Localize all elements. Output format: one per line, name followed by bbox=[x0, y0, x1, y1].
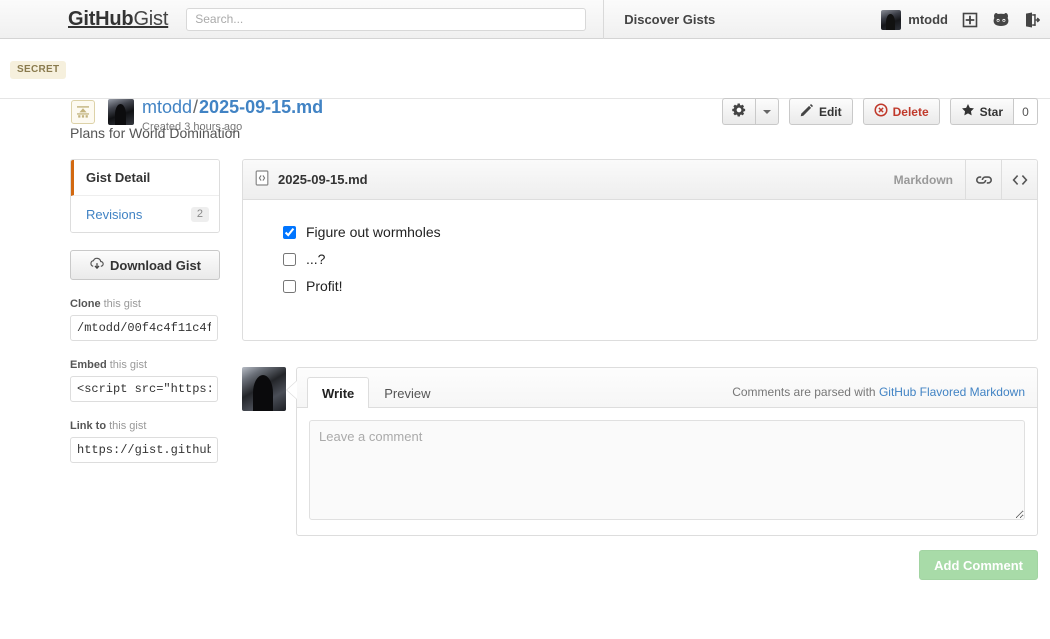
search-container bbox=[186, 8, 586, 31]
link-label-strong: Link to bbox=[70, 420, 106, 432]
gist-action-buttons: Edit Delete Star 0 bbox=[722, 98, 1038, 125]
edit-button-label: Edit bbox=[819, 105, 842, 119]
task-checkbox[interactable] bbox=[283, 253, 296, 266]
gist-description: Plans for World Domination bbox=[70, 125, 1050, 141]
avatar bbox=[108, 99, 134, 125]
download-gist-button[interactable]: Download Gist bbox=[70, 250, 220, 280]
avatar bbox=[242, 367, 286, 411]
discover-gists-link[interactable]: Discover Gists bbox=[624, 12, 715, 27]
comment-tabs: Write Preview Comments are parsed with G… bbox=[297, 368, 1037, 408]
nav-right-group: mtodd bbox=[881, 0, 1040, 39]
gist-logo[interactable]: GitHubGist bbox=[68, 8, 168, 31]
content-columns: Gist Detail Revisions 2 Download Gist Cl… bbox=[70, 159, 1050, 580]
file-name-label: 2025-09-15.md bbox=[278, 172, 368, 187]
file-language-label: Markdown bbox=[882, 160, 965, 200]
link-label-rest: this gist bbox=[106, 420, 146, 432]
task-label: Profit! bbox=[306, 278, 343, 294]
brand-gist: Gist bbox=[133, 8, 168, 30]
main-column: 2025-09-15.md Markdown bbox=[242, 159, 1038, 580]
task-label: Figure out wormholes bbox=[306, 224, 441, 240]
embed-script-input[interactable] bbox=[70, 376, 218, 402]
new-gist-icon[interactable] bbox=[962, 12, 978, 28]
gear-button[interactable] bbox=[722, 98, 755, 125]
gear-icon bbox=[732, 103, 746, 120]
sidebar-item-gist-detail[interactable]: Gist Detail bbox=[71, 160, 219, 196]
comment-form-area: Write Preview Comments are parsed with G… bbox=[242, 367, 1038, 536]
sidebar-item-label: Gist Detail bbox=[86, 170, 150, 185]
sign-out-icon[interactable] bbox=[1024, 12, 1040, 28]
sidebar-item-revisions[interactable]: Revisions 2 bbox=[71, 196, 219, 232]
top-navigation-bar: GitHubGist Discover Gists mtodd bbox=[0, 0, 1050, 39]
embed-label-strong: Embed bbox=[70, 359, 107, 371]
comment-submit-row: Add Comment bbox=[242, 550, 1038, 580]
edit-button[interactable]: Edit bbox=[789, 98, 853, 125]
star-button[interactable]: Star bbox=[950, 98, 1013, 125]
sidebar-item-label: Revisions bbox=[86, 207, 142, 222]
task-list-item: ...? bbox=[283, 251, 1037, 267]
file-panel-header: 2025-09-15.md Markdown bbox=[243, 160, 1037, 200]
clone-label-rest: this gist bbox=[101, 298, 141, 310]
search-input[interactable] bbox=[186, 8, 586, 31]
file-icon bbox=[255, 170, 269, 189]
avatar bbox=[881, 10, 901, 30]
star-button-label: Star bbox=[980, 105, 1003, 119]
clone-label-strong: Clone bbox=[70, 298, 101, 310]
gfm-link[interactable]: GitHub Flavored Markdown bbox=[879, 385, 1025, 399]
clone-field-label: Clone this gist bbox=[70, 298, 220, 310]
embed-field-label: Embed this gist bbox=[70, 359, 220, 371]
file-header-actions: Markdown bbox=[882, 160, 1037, 200]
embed-label-rest: this gist bbox=[107, 359, 147, 371]
pointer-fill bbox=[287, 381, 297, 399]
gist-link-input[interactable] bbox=[70, 437, 218, 463]
cloud-download-icon bbox=[89, 257, 105, 274]
gist-owner-link[interactable]: mtodd bbox=[142, 97, 192, 117]
current-user-link[interactable]: mtodd bbox=[881, 10, 948, 30]
file-panel-body: Figure out wormholes ...? Profit! bbox=[243, 200, 1037, 340]
task-list-item: Figure out wormholes bbox=[283, 224, 1037, 240]
tab-write[interactable]: Write bbox=[307, 377, 369, 408]
close-circle-icon bbox=[874, 103, 888, 120]
page-title: mtodd/2025-09-15.md bbox=[142, 96, 323, 118]
gear-dropdown-button[interactable] bbox=[755, 98, 779, 125]
link-icon[interactable] bbox=[965, 160, 1001, 200]
octocat-icon[interactable] bbox=[992, 12, 1010, 28]
task-checkbox[interactable] bbox=[283, 226, 296, 239]
gist-header: SECRET mtodd/2025-09-15.md Created 3 hou… bbox=[0, 39, 1050, 99]
nav-divider bbox=[603, 0, 604, 39]
brand-github: GitHub bbox=[68, 8, 133, 30]
revisions-count-badge: 2 bbox=[191, 207, 209, 222]
pencil-icon bbox=[800, 103, 814, 120]
settings-button-group bbox=[722, 98, 779, 125]
tab-preview[interactable]: Preview bbox=[369, 377, 445, 408]
star-icon bbox=[961, 103, 975, 120]
code-icon[interactable] bbox=[1001, 160, 1037, 200]
star-button-group: Star 0 bbox=[950, 98, 1038, 125]
task-label: ...? bbox=[306, 251, 325, 267]
delete-button[interactable]: Delete bbox=[863, 98, 940, 125]
markdown-note: Comments are parsed with GitHub Flavored… bbox=[732, 385, 1025, 407]
username-label: mtodd bbox=[908, 12, 948, 27]
gist-filename-link[interactable]: 2025-09-15.md bbox=[199, 97, 323, 117]
task-list-item: Profit! bbox=[283, 278, 1037, 294]
delete-button-label: Delete bbox=[893, 105, 929, 119]
comment-box: Write Preview Comments are parsed with G… bbox=[296, 367, 1038, 536]
markdown-note-prefix: Comments are parsed with bbox=[732, 385, 879, 399]
title-separator: / bbox=[192, 97, 199, 117]
comment-textarea[interactable] bbox=[309, 420, 1025, 520]
comment-input-wrapper bbox=[297, 408, 1037, 535]
secret-gist-icon bbox=[71, 100, 95, 124]
sidebar: Gist Detail Revisions 2 Download Gist Cl… bbox=[70, 159, 220, 580]
add-comment-button[interactable]: Add Comment bbox=[919, 550, 1038, 580]
page-body: Plans for World Domination Gist Detail R… bbox=[0, 125, 1050, 580]
clone-url-input[interactable] bbox=[70, 315, 218, 341]
file-panel: 2025-09-15.md Markdown bbox=[242, 159, 1038, 341]
status-badge: SECRET bbox=[10, 61, 66, 79]
task-checkbox[interactable] bbox=[283, 280, 296, 293]
chevron-down-icon bbox=[763, 110, 771, 114]
link-field-label: Link to this gist bbox=[70, 420, 220, 432]
sidebar-menu: Gist Detail Revisions 2 bbox=[70, 159, 220, 233]
star-count: 0 bbox=[1013, 98, 1038, 125]
download-gist-label: Download Gist bbox=[110, 258, 201, 273]
